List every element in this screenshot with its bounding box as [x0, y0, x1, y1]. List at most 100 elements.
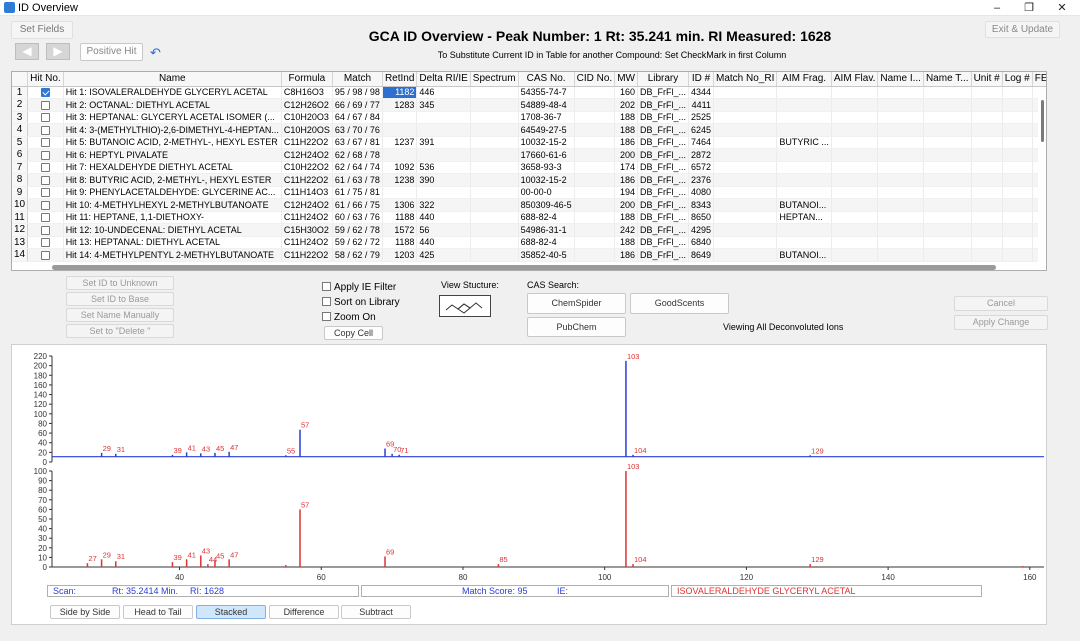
table-cell[interactable]	[877, 111, 924, 124]
column-header[interactable]: Log #	[1002, 72, 1033, 87]
table-cell[interactable]	[713, 211, 778, 224]
row-checkbox[interactable]	[27, 236, 64, 249]
column-header[interactable]: Delta RI/IE	[416, 72, 471, 87]
table-cell[interactable]	[574, 211, 616, 224]
table-cell[interactable]	[1002, 198, 1033, 212]
table-row[interactable]: 9 Hit 9: PHENYLACETALDEHYDE: GLYCERINE AC…	[12, 186, 1046, 199]
table-cell[interactable]	[923, 211, 972, 224]
column-header[interactable]: FEMA #	[1032, 72, 1046, 87]
table-cell[interactable]	[574, 223, 616, 237]
table-cell-mw[interactable]: 188	[614, 123, 638, 137]
table-cell[interactable]	[470, 198, 519, 212]
set-id-unknown-button[interactable]: Set ID to Unknown	[66, 276, 174, 290]
table-cell-cas[interactable]: 688-82-4	[518, 236, 575, 249]
table-cell[interactable]	[713, 198, 778, 212]
table-cell-retind[interactable]: 1237	[382, 136, 418, 149]
table-cell[interactable]	[574, 161, 616, 174]
table-cell-lib[interactable]: DB_FrFl_...	[637, 111, 689, 124]
table-cell[interactable]	[470, 111, 519, 124]
table-cell[interactable]	[971, 248, 1003, 262]
table-cell[interactable]	[877, 136, 924, 149]
table-cell-aim[interactable]	[776, 123, 832, 137]
table-cell-cas[interactable]: 3658-93-3	[518, 161, 575, 174]
table-cell-retind[interactable]: 1092	[382, 161, 418, 174]
table-cell-formula[interactable]: C11H14O3	[281, 186, 333, 199]
table-cell-match[interactable]: 62 / 64 / 74	[332, 161, 383, 174]
table-cell-delta[interactable]	[416, 148, 471, 162]
table-vertical-scroll-thumb[interactable]	[1041, 100, 1044, 142]
table-cell-formula[interactable]: C11H22O2	[281, 248, 333, 262]
table-cell-name[interactable]: Hit 9: PHENYLACETALDEHYDE: GLYCERINE AC.…	[63, 186, 282, 199]
table-cell-lib[interactable]: DB_FrFl_...	[637, 211, 689, 224]
checkbox-icon[interactable]	[40, 163, 50, 173]
table-cell-cas[interactable]: 1708-36-7	[518, 111, 575, 124]
column-header[interactable]: Name I...	[877, 72, 924, 87]
table-cell-mw[interactable]: 200	[614, 198, 638, 212]
checkbox-icon[interactable]	[40, 175, 50, 185]
row-checkbox[interactable]	[27, 111, 64, 124]
table-cell-id[interactable]: 6840	[688, 236, 715, 249]
column-header[interactable]: ID #	[688, 72, 715, 87]
table-row[interactable]: 10 Hit 10: 4-METHYLHEXYL 2-METHYLBUTANOAT…	[12, 198, 1046, 212]
set-name-manually-button[interactable]: Set Name Manually	[66, 308, 174, 322]
table-cell-match[interactable]: 62 / 68 / 78	[332, 148, 383, 162]
table-cell[interactable]	[971, 186, 1003, 199]
table-cell-formula[interactable]: C12H24O2	[281, 148, 333, 162]
table-cell-id[interactable]: 4344	[688, 86, 715, 99]
row-checkbox[interactable]	[27, 123, 64, 137]
exit-update-button[interactable]: Exit & Update	[985, 21, 1060, 38]
table-cell-name[interactable]: Hit 4: 3-(METHYLTHIO)-2,6-DIMETHYL-4-HEP…	[63, 123, 282, 137]
table-cell[interactable]	[574, 111, 616, 124]
row-number[interactable]: 1	[12, 86, 29, 99]
table-cell[interactable]	[1002, 136, 1033, 149]
table-cell-id[interactable]: 8343	[688, 198, 715, 212]
row-checkbox[interactable]	[27, 161, 64, 174]
table-cell-match[interactable]: 59 / 62 / 78	[332, 223, 383, 237]
table-cell-formula[interactable]: C10H20O3	[281, 111, 333, 124]
table-cell[interactable]	[923, 223, 972, 237]
mass-spectra-chart[interactable]: 02040608010012014016018020022029 31 39 41 43…	[12, 345, 1046, 624]
copy-cell-button[interactable]: Copy Cell	[324, 326, 383, 340]
table-cell-aim[interactable]	[776, 223, 832, 237]
row-number[interactable]: 7	[12, 161, 29, 174]
table-cell[interactable]	[923, 186, 972, 199]
checkbox-icon[interactable]	[40, 113, 50, 123]
minimize-button[interactable]: –	[980, 0, 1014, 16]
undo-icon[interactable]: ↶	[150, 45, 161, 61]
table-cell-cas[interactable]: 850309-46-5	[518, 198, 575, 212]
restore-button[interactable]: ❐	[1012, 0, 1046, 16]
table-cell-aim[interactable]	[776, 98, 832, 112]
table-cell[interactable]	[971, 161, 1003, 174]
table-cell[interactable]	[574, 148, 616, 162]
table-cell-id[interactable]: 8649	[688, 248, 715, 262]
table-cell[interactable]	[831, 248, 879, 262]
table-cell-lib[interactable]: DB_FrFl_...	[637, 98, 689, 112]
table-cell[interactable]	[971, 223, 1003, 237]
row-checkbox[interactable]	[27, 223, 64, 237]
table-cell-name[interactable]: Hit 3: HEPTANAL: GLYCERYL ACETAL ISOMER …	[63, 111, 282, 124]
row-number[interactable]: 6	[12, 148, 29, 162]
set-id-base-button[interactable]: Set ID to Base	[66, 292, 174, 306]
checkbox-icon[interactable]	[40, 88, 50, 98]
table-cell-id[interactable]: 2525	[688, 111, 715, 124]
table-cell[interactable]	[1002, 186, 1033, 199]
table-cell[interactable]	[923, 86, 972, 99]
table-cell-cas[interactable]: 54986-31-1	[518, 223, 575, 237]
table-cell-lib[interactable]: DB_FrFl_...	[637, 198, 689, 212]
table-cell[interactable]	[923, 111, 972, 124]
table-cell-lib[interactable]: DB_FrFl_...	[637, 161, 689, 174]
row-checkbox[interactable]	[27, 211, 64, 224]
table-cell-formula[interactable]: C11H22O2	[281, 173, 333, 187]
table-cell-aim[interactable]	[776, 111, 832, 124]
table-cell-match[interactable]: 61 / 75 / 81	[332, 186, 383, 199]
table-cell-match[interactable]: 61 / 66 / 75	[332, 198, 383, 212]
checkbox-icon[interactable]	[40, 213, 50, 223]
table-cell[interactable]	[713, 148, 778, 162]
table-row[interactable]: 4 Hit 4: 3-(METHYLTHIO)-2,6-DIMETHYL-4-HE…	[12, 123, 1046, 137]
set-fields-button[interactable]: Set Fields	[11, 21, 73, 39]
row-number[interactable]: 4	[12, 123, 29, 137]
table-cell[interactable]	[470, 186, 519, 199]
table-cell-cas[interactable]: 54355-74-7	[518, 86, 575, 99]
table-cell-name[interactable]: Hit 12: 10-UNDECENAL: DIETHYL ACETAL	[63, 223, 282, 237]
table-cell[interactable]	[971, 211, 1003, 224]
